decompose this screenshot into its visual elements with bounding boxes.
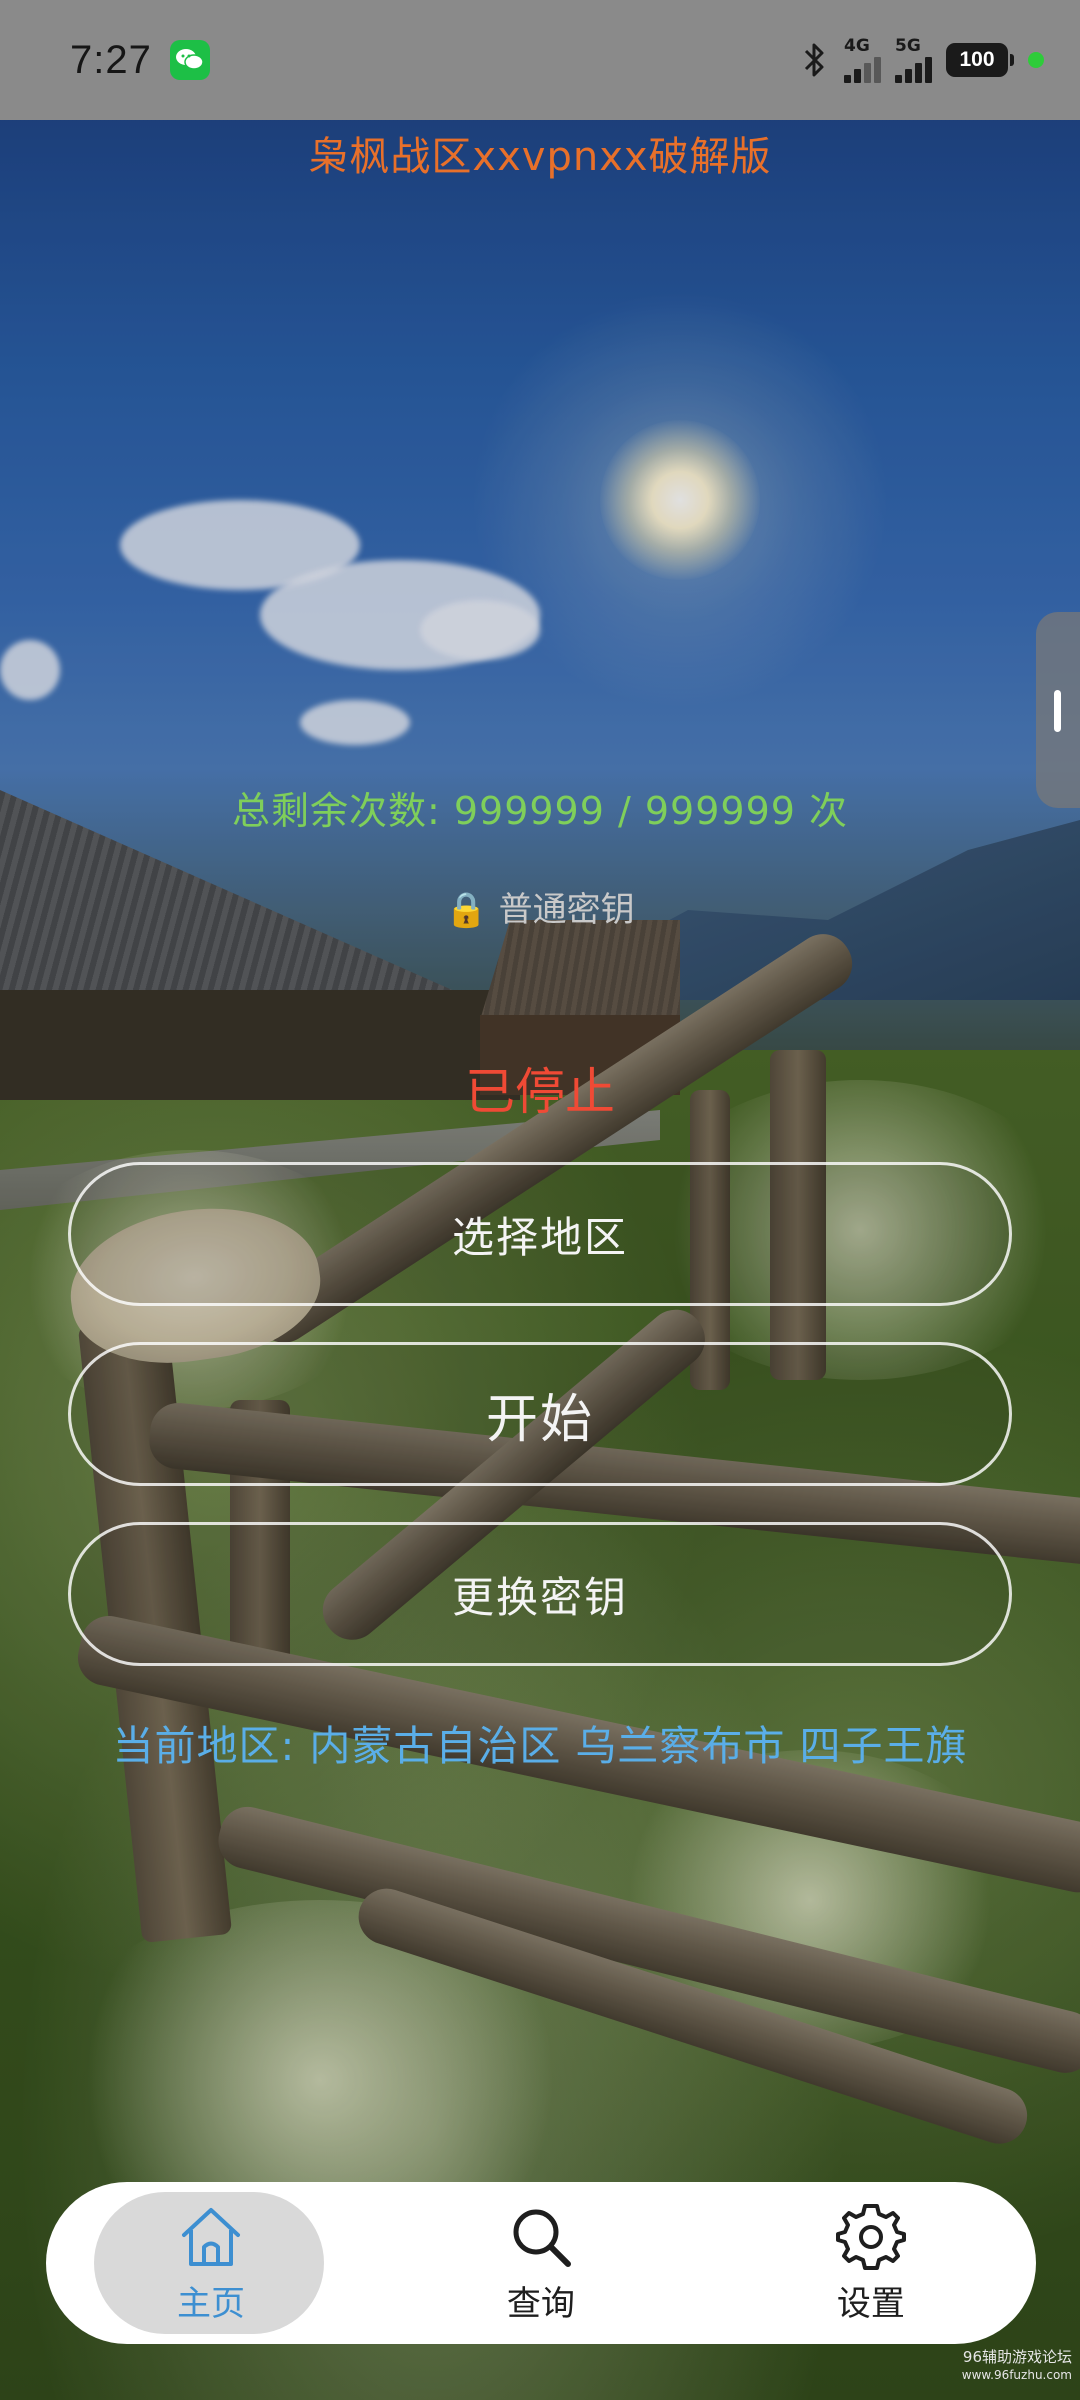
- remaining-count: 总剩余次数: 999999 / 999999 次: [231, 789, 849, 833]
- battery-level: 100: [959, 48, 995, 71]
- current-region-label: 当前地区: 内蒙古自治区 乌兰察布市 四子王旗: [112, 1722, 968, 1770]
- run-state-label: 已停止: [465, 1063, 615, 1121]
- network-type-4g: 4G: [844, 35, 870, 56]
- watermark: 96辅助游戏论坛 www.96fuzhu.com: [962, 2348, 1072, 2384]
- select-region-button[interactable]: 选择地区: [68, 1162, 1012, 1306]
- wechat-notification-icon: [169, 40, 210, 80]
- status-icons: 4G 5G 100: [800, 35, 1044, 83]
- nav-item-label: 主页: [176, 2283, 245, 2324]
- change-key-button[interactable]: 更换密钥: [68, 1522, 1012, 1666]
- signal-bars-icon: [895, 55, 932, 83]
- signal-4g: 4G: [844, 35, 881, 83]
- floating-edge-handle[interactable]: [1036, 612, 1080, 808]
- status-time: 7:27: [70, 37, 152, 82]
- nav-item-home[interactable]: 主页: [46, 2182, 376, 2344]
- watermark-line: 96辅助游戏论坛: [962, 2348, 1072, 2366]
- signal-bars-icon: [844, 55, 881, 83]
- bottom-nav: 主页 查询 设置: [46, 2182, 1036, 2344]
- wechat-icon: [175, 49, 204, 70]
- battery-icon: 100: [946, 43, 1014, 77]
- nav-item-search[interactable]: 查询: [376, 2182, 706, 2344]
- bluetooth-icon: [804, 43, 824, 77]
- search-icon: [513, 2209, 571, 2267]
- privacy-indicator-dot: [1028, 52, 1044, 68]
- status-bar: 7:27 4G 5G 100: [0, 0, 1080, 120]
- app-screen: 7:27 4G 5G 100 枭枫战区xxvpnxx破解版 总剩余次数: 999…: [0, 0, 1080, 2400]
- start-button[interactable]: 开始: [68, 1342, 1012, 1486]
- nav-item-settings[interactable]: 设置: [706, 2182, 1036, 2344]
- app-title: 枭枫战区xxvpnxx破解版: [308, 134, 772, 180]
- watermark-line: www.96fuzhu.com: [961, 2368, 1072, 2382]
- nav-item-label: 设置: [836, 2283, 905, 2324]
- gear-icon: [835, 2203, 906, 2270]
- home-icon: [181, 2207, 240, 2266]
- nav-item-label: 查询: [506, 2283, 575, 2324]
- key-type-label: 🔒 普通密钥: [445, 890, 635, 930]
- signal-5g: 5G: [895, 35, 932, 83]
- network-type-5g: 5G: [895, 35, 921, 56]
